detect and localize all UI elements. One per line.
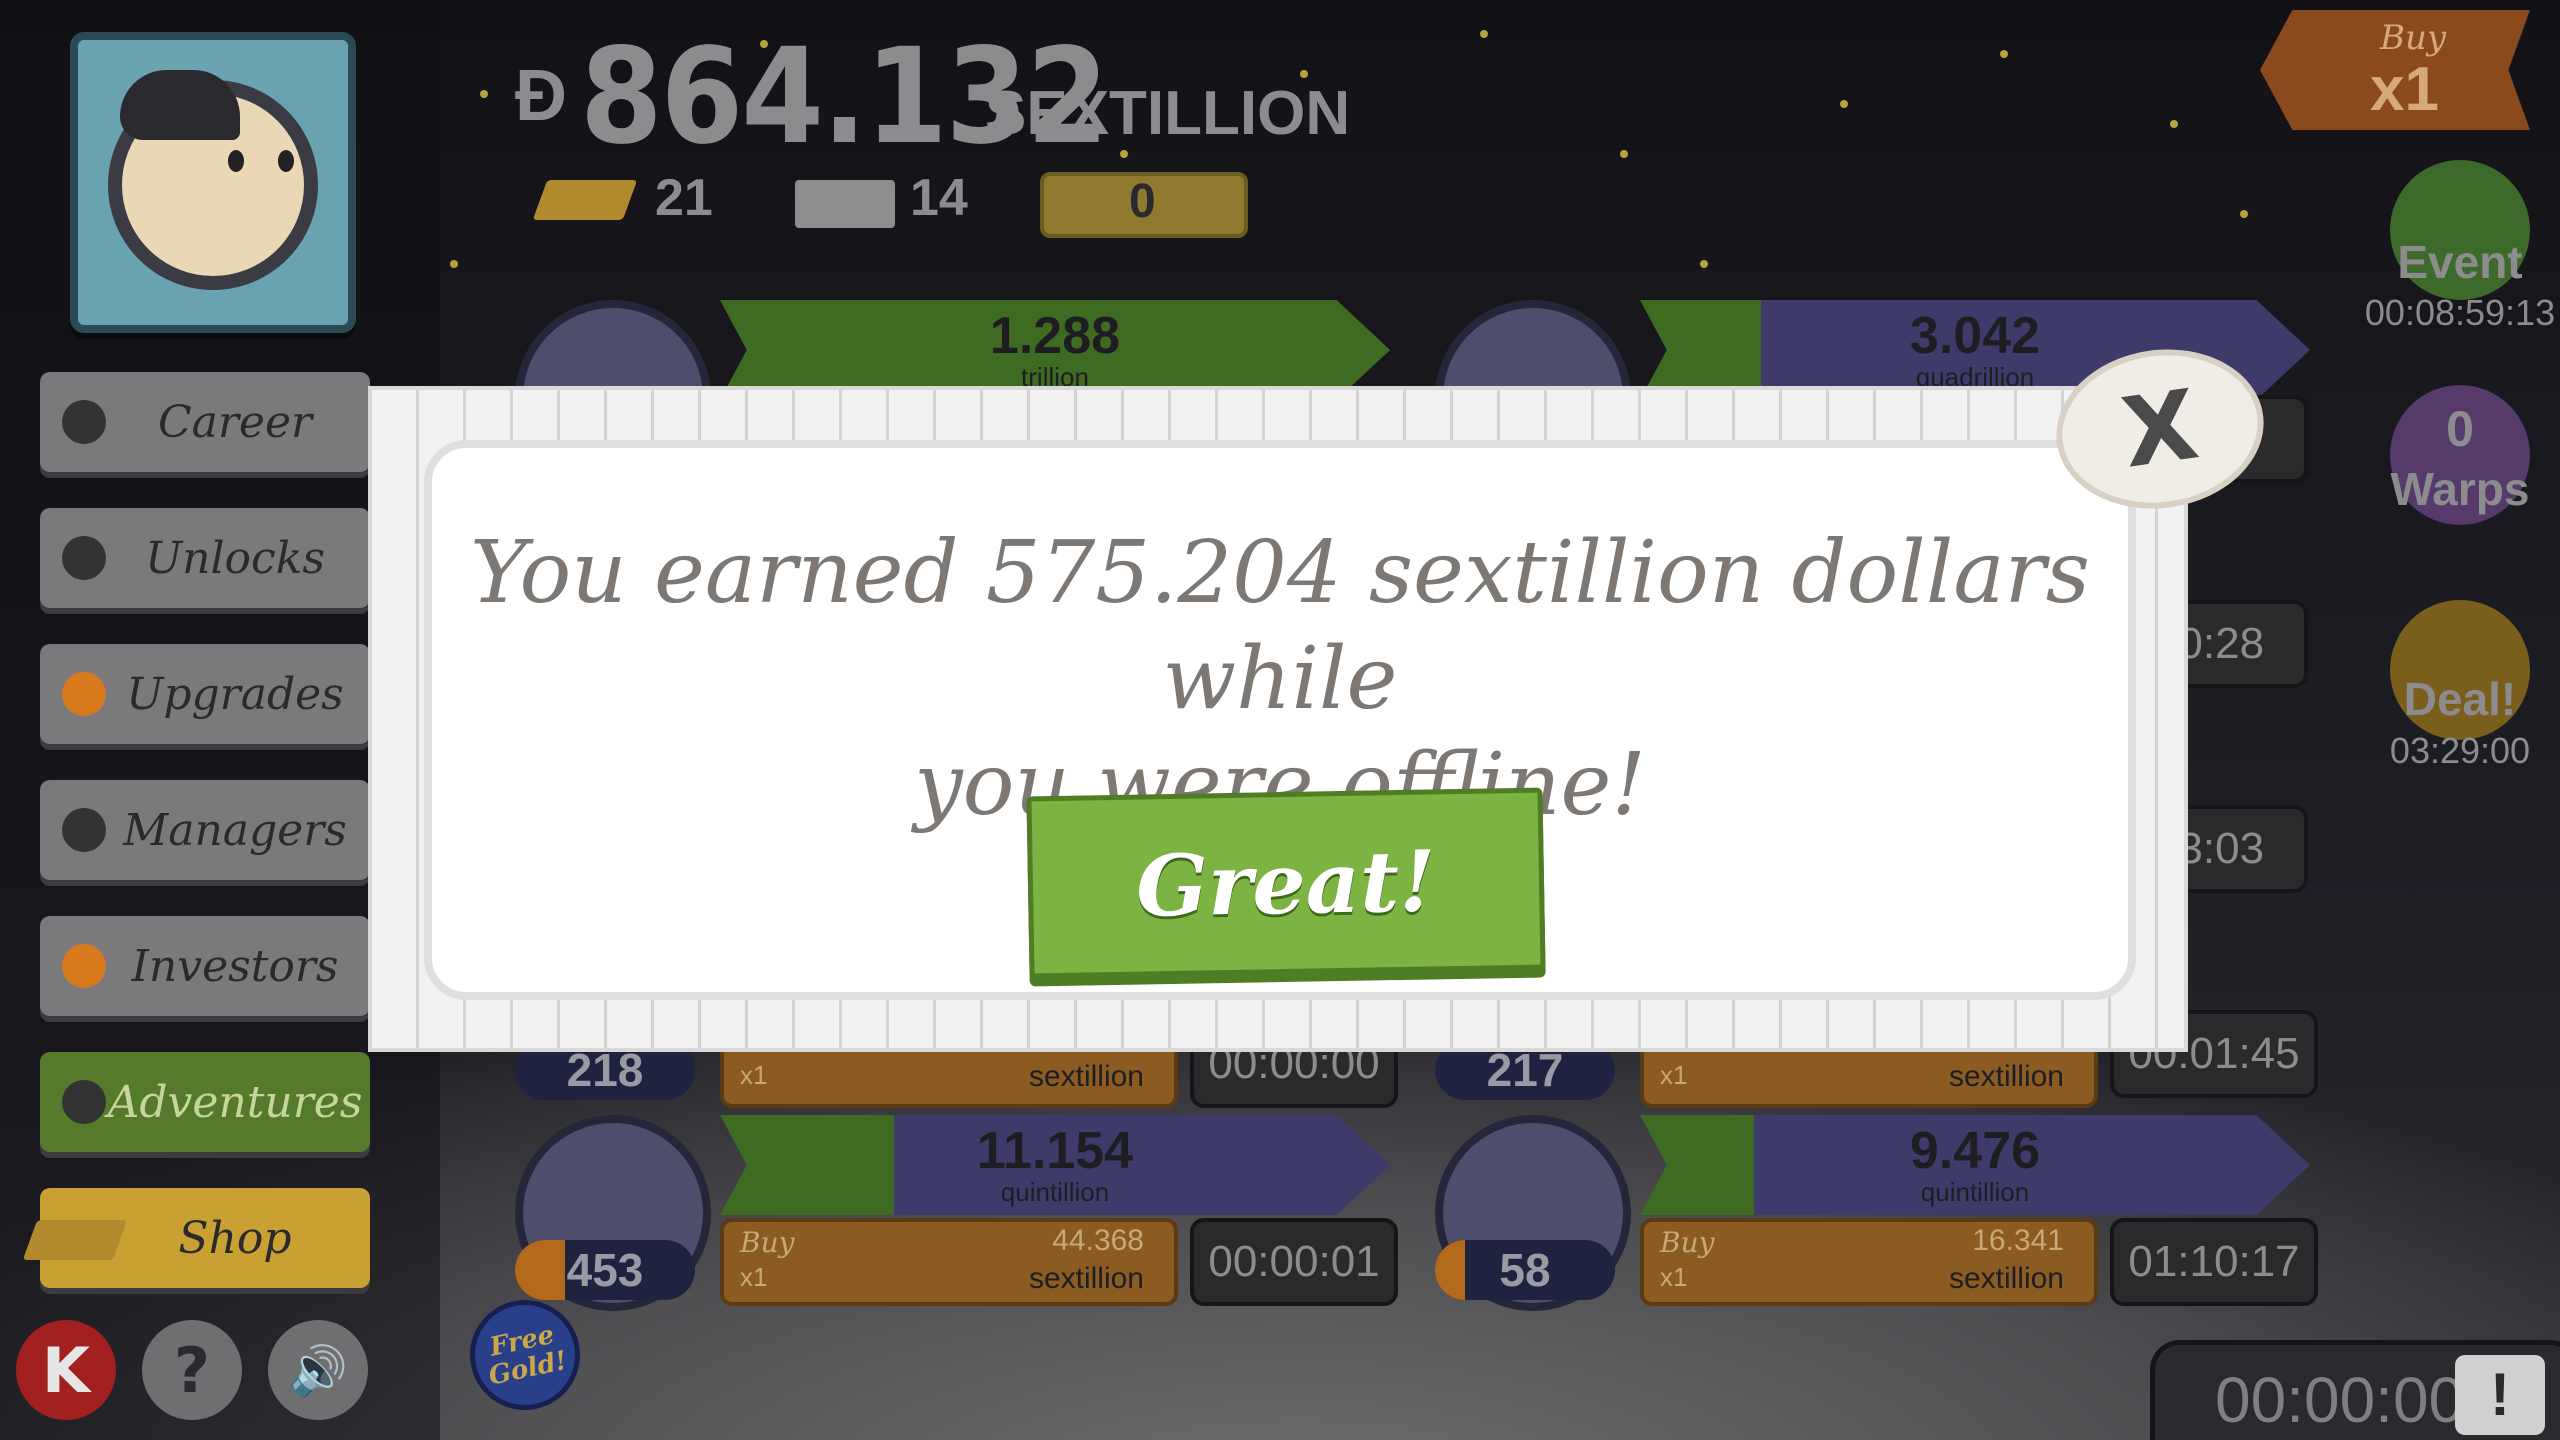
- business-revenue: 9.476: [1909, 1122, 2041, 1180]
- buy-cost-unit: sextillion: [1948, 1060, 2064, 1093]
- kongregate-icon[interactable]: K: [16, 1320, 116, 1420]
- ticket-bar[interactable]: 0: [1040, 172, 1248, 238]
- business-level: 453: [515, 1240, 695, 1300]
- buy-cost: 44.368: [1052, 1224, 1144, 1257]
- megabucks-count: 14: [910, 169, 968, 227]
- buy-multiplier-toggle[interactable]: Buy x1: [2260, 10, 2530, 130]
- buy-multiplier: x1: [740, 1060, 768, 1090]
- bottom-timer: 00:00:00: [2215, 1364, 2465, 1436]
- business-timer: 01:10:17: [2110, 1218, 2318, 1306]
- business-progress-bar[interactable]: 1.288 trillion: [720, 300, 1390, 400]
- buy-cost-unit: sextillion: [1028, 1060, 1144, 1093]
- star: [2170, 120, 2178, 128]
- sidebar-item-label: Investors: [131, 940, 339, 992]
- great-button[interactable]: Great!: [1026, 787, 1546, 979]
- buy-multiplier-label: Buy: [2380, 18, 2447, 58]
- megabucks-icon: [795, 180, 895, 228]
- eye-icon: [228, 150, 244, 172]
- close-icon: X: [2115, 368, 2205, 490]
- warps-count: 0: [2446, 401, 2474, 457]
- business-timer: 00:00:01: [1190, 1218, 1398, 1306]
- buy-label: Buy: [740, 1226, 795, 1259]
- buy-cost-unit: sextillion: [1028, 1262, 1144, 1295]
- business-progress-bar[interactable]: 9.476 quintillion: [1640, 1115, 2310, 1215]
- buy-label: Buy: [1660, 1226, 1715, 1259]
- business-revenue: 1.288: [989, 307, 1121, 365]
- sidebar-item-label: Upgrades: [126, 668, 344, 720]
- buy-multiplier: x1: [740, 1262, 768, 1292]
- sidebar-item-unlocks[interactable]: Unlocks: [40, 508, 370, 608]
- bottom-timer-panel: 00:00:00 !: [2150, 1340, 2560, 1440]
- hair-shape: [120, 70, 240, 140]
- sidebar-item-investors[interactable]: Investors: [40, 916, 370, 1016]
- star: [480, 90, 488, 98]
- currency-symbol: Ð: [515, 56, 567, 136]
- sidebar-item-shop[interactable]: Shop: [22, 1188, 370, 1288]
- buy-cost: 16.341: [1972, 1224, 2064, 1257]
- star: [1700, 260, 1708, 268]
- help-icon[interactable]: ?: [142, 1320, 242, 1420]
- ticket-count: 0: [1129, 175, 1156, 228]
- star: [2240, 210, 2248, 218]
- business-revenue-unit: quintillion: [1000, 1177, 1110, 1207]
- star: [2000, 50, 2008, 58]
- business-progress-bar[interactable]: 11.154 quintillion: [720, 1115, 1390, 1215]
- event-label: Event: [2397, 236, 2523, 288]
- sidebar-item-label: Managers: [123, 804, 347, 856]
- star: [450, 260, 458, 268]
- business-level: 58: [1435, 1240, 1615, 1300]
- star: [1480, 30, 1488, 38]
- sidebar-item-managers[interactable]: Managers: [40, 780, 370, 880]
- money-unit: SEXTILLION: [985, 79, 1351, 148]
- free-gold-button[interactable]: Free Gold!: [459, 1289, 591, 1421]
- message-line-1: You earned 575.204 sextillion dollars wh…: [470, 523, 2090, 729]
- buy-cost-unit: sextillion: [1948, 1262, 2064, 1295]
- star: [1120, 150, 1128, 158]
- star: [1300, 70, 1308, 78]
- gold-bars-icon: [532, 180, 638, 220]
- great-button-label: Great!: [1135, 830, 1437, 936]
- deal-label: Deal!: [2403, 673, 2517, 725]
- business-revenue: 11.154: [976, 1122, 1134, 1180]
- deal-timer: 03:29:00: [2389, 730, 2531, 771]
- level-progress-fill: [1435, 1240, 1465, 1300]
- sidebar-item-label: Career: [157, 396, 313, 448]
- buy-multiplier: x1: [1660, 1262, 1688, 1292]
- sidebar-item-label: Adventures: [107, 1076, 363, 1128]
- sidebar-item-career[interactable]: Career: [40, 372, 370, 472]
- buy-multiplier: x1: [1660, 1060, 1688, 1090]
- sidebar-item-adventures[interactable]: Adventures: [40, 1052, 370, 1152]
- star: [1840, 100, 1848, 108]
- buy-button[interactable]: Buy x1 44.368 sextillion: [720, 1218, 1178, 1306]
- eye-icon: [278, 150, 294, 172]
- sound-icon[interactable]: 🔊: [268, 1320, 368, 1420]
- sidebar-item-label: Shop: [178, 1212, 292, 1264]
- star: [1620, 150, 1628, 158]
- sidebar-item-upgrades[interactable]: Upgrades: [40, 644, 370, 744]
- gold-count: 21: [655, 169, 713, 227]
- event-timer: 00:08:59:13: [2364, 292, 2556, 333]
- sidebar-item-label: Unlocks: [145, 532, 325, 584]
- offline-earnings-message: You earned 575.204 sextillion dollars wh…: [440, 520, 2120, 838]
- buy-multiplier-value: x1: [2370, 55, 2439, 124]
- buy-button[interactable]: Buy x1 16.341 sextillion: [1640, 1218, 2098, 1306]
- player-avatar[interactable]: [70, 32, 356, 333]
- alert-icon[interactable]: !: [2455, 1355, 2545, 1435]
- level-progress-fill: [515, 1240, 565, 1300]
- warps-label: Warps: [2390, 463, 2530, 515]
- business-revenue-unit: quintillion: [1920, 1177, 2030, 1207]
